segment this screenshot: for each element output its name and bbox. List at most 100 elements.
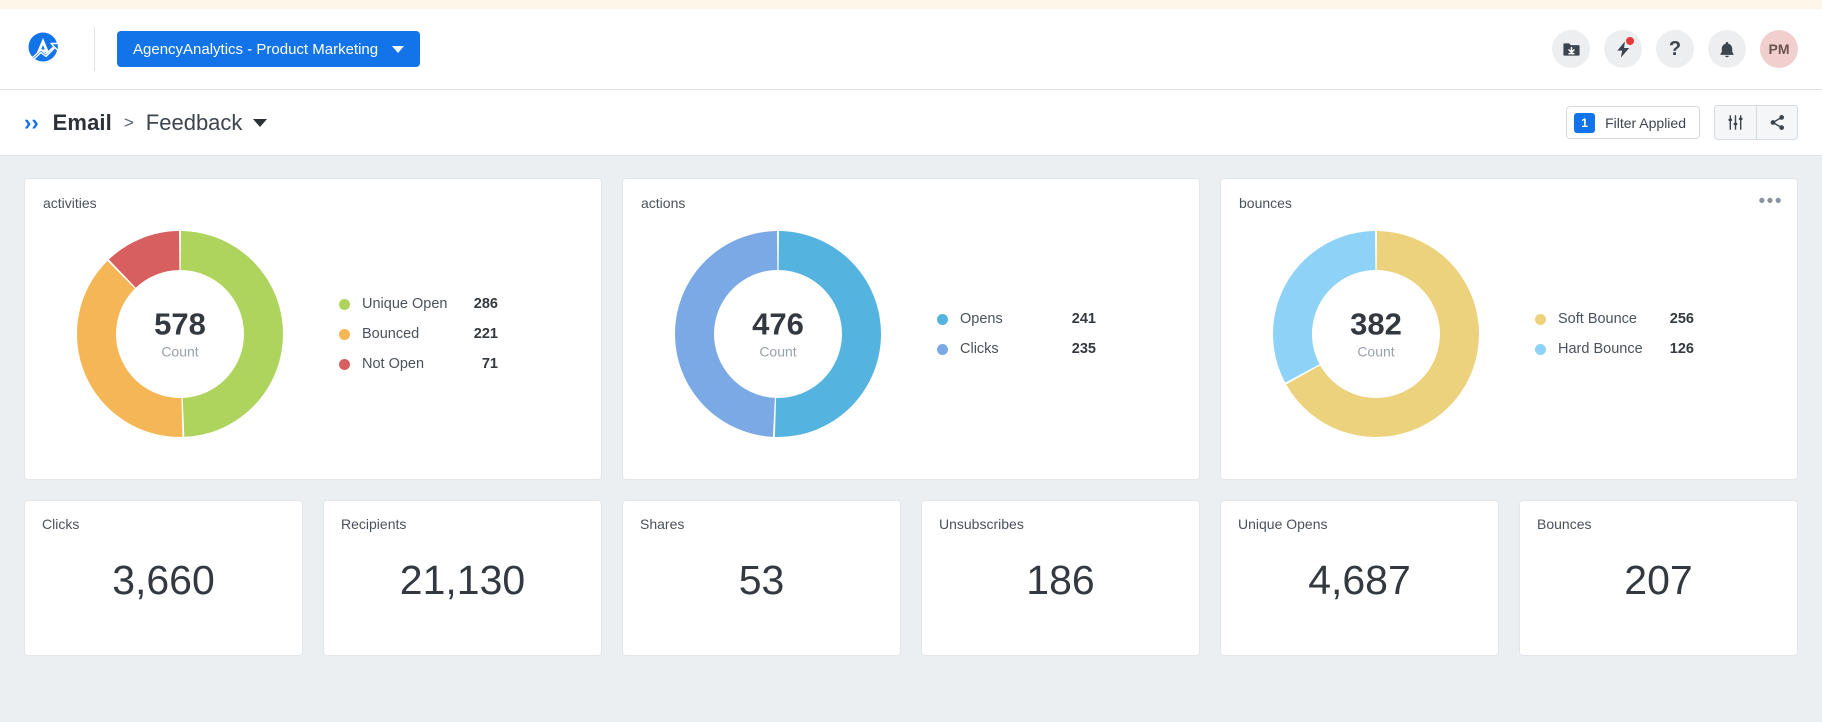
legend-item[interactable]: Not Open 71 (339, 356, 498, 372)
chart-card-bounces: bounces ••• 382 Count Soft Bounce256Hard… (1220, 178, 1798, 480)
help-question-icon: ? (1669, 39, 1681, 59)
folder-download-icon-button[interactable] (1552, 30, 1590, 68)
legend-color-dot (339, 329, 350, 340)
chart-legend: Unique Open 286 Bounced 221 Not Open 71 (339, 296, 498, 372)
kpi-label: Clicks (42, 516, 285, 532)
legend-item[interactable]: Bounced 221 (339, 326, 498, 342)
donut-slice[interactable] (181, 231, 283, 437)
legend-value: 221 (464, 326, 498, 342)
chart-body: 476 Count Opens241 Clicks 235 (641, 211, 1181, 457)
kpi-label: Unsubscribes (939, 516, 1182, 532)
header-icon-group: ? PM (1552, 30, 1798, 68)
avatar-initials: PM (1769, 41, 1790, 57)
kpi-value: 21,130 (341, 532, 584, 640)
kpi-label: Recipients (341, 516, 584, 532)
avatar[interactable]: PM (1760, 30, 1798, 68)
header-divider (94, 27, 95, 71)
kpi-card: Bounces207 (1519, 500, 1798, 656)
kpi-label: Shares (640, 516, 883, 532)
legend-label: Bounced (362, 326, 456, 342)
sliders-icon (1727, 114, 1744, 131)
card-overflow-menu-icon[interactable]: ••• (1759, 192, 1783, 211)
donut-svg (69, 223, 291, 445)
legend-item[interactable]: Soft Bounce 256 (1535, 311, 1694, 327)
legend-item[interactable]: Opens241 (937, 311, 1096, 327)
legend-item[interactable]: Unique Open 286 (339, 296, 498, 312)
breadcrumb-root[interactable]: Email (53, 110, 112, 136)
legend-label: Soft Bounce (1558, 311, 1652, 327)
sliders-icon-button[interactable] (1715, 106, 1756, 139)
lightning-bolt-icon-button[interactable] (1604, 30, 1642, 68)
chart-legend: Soft Bounce 256 Hard Bounce126 (1535, 311, 1694, 357)
legend-label: Clicks (960, 341, 1054, 357)
toolbar-icon-group (1714, 105, 1798, 140)
donut-chart[interactable]: 578 Count (55, 211, 305, 457)
legend-color-dot (937, 314, 948, 325)
legend-label: Hard Bounce (1558, 341, 1652, 357)
kpi-value: 4,687 (1238, 532, 1481, 640)
kpi-card: Recipients21,130 (323, 500, 602, 656)
donut-slice[interactable] (775, 231, 881, 437)
legend-value: 256 (1660, 311, 1694, 327)
help-question-icon-button[interactable]: ? (1656, 30, 1694, 68)
top-accent-strip (0, 0, 1822, 9)
agencyanalytics-logo-icon[interactable] (22, 26, 68, 72)
kpi-label: Bounces (1537, 516, 1780, 532)
folder-download-icon (1562, 40, 1581, 59)
filter-applied-button[interactable]: 1 Filter Applied (1566, 106, 1700, 139)
legend-value: 286 (464, 296, 498, 312)
account-selector-button[interactable]: AgencyAnalytics - Product Marketing (117, 31, 420, 67)
legend-color-dot (937, 344, 948, 355)
legend-value: 241 (1062, 311, 1096, 327)
donut-chart[interactable]: 476 Count (653, 211, 903, 457)
donut-svg (1265, 223, 1487, 445)
chart-legend: Opens241 Clicks 235 (937, 311, 1096, 357)
legend-value: 71 (464, 356, 498, 372)
breadcrumb-bar: ›› Email > Feedback 1 Filter Applied (0, 90, 1822, 156)
share-icon-button[interactable] (1756, 106, 1797, 139)
legend-color-dot (339, 299, 350, 310)
filter-count-badge: 1 (1574, 113, 1595, 133)
legend-color-dot (1535, 344, 1546, 355)
chart-card-activities: activities 578 Count Unique Open 286 Bounc… (24, 178, 602, 480)
kpi-card: Shares53 (622, 500, 901, 656)
legend-item[interactable]: Hard Bounce126 (1535, 341, 1694, 357)
donut-slice[interactable] (675, 231, 777, 437)
donut-svg (667, 223, 889, 445)
chart-title: activities (43, 195, 583, 211)
donut-chart-row: activities 578 Count Unique Open 286 Bounc… (24, 178, 1798, 480)
legend-item[interactable]: Clicks 235 (937, 341, 1096, 357)
share-icon (1769, 114, 1786, 131)
chevron-double-right-icon[interactable]: ›› (24, 112, 39, 134)
chart-body: 382 Count Soft Bounce 256 Hard Bounce126 (1239, 211, 1779, 457)
kpi-card: Unique Opens4,687 (1220, 500, 1499, 656)
chart-title: actions (641, 195, 1181, 211)
donut-slice[interactable] (1273, 231, 1375, 383)
notification-dot-badge (1626, 37, 1634, 45)
kpi-card: Unsubscribes186 (921, 500, 1200, 656)
donut-slice[interactable] (77, 261, 182, 437)
chart-body: 578 Count Unique Open 286 Bounced 221 Not Op… (43, 211, 583, 457)
kpi-value: 3,660 (42, 532, 285, 640)
donut-chart[interactable]: 382 Count (1251, 211, 1501, 457)
kpi-card-row: Clicks3,660Recipients21,130Shares53Unsub… (24, 500, 1798, 656)
kpi-value: 53 (640, 532, 883, 640)
legend-color-dot (339, 359, 350, 370)
kpi-card: Clicks3,660 (24, 500, 303, 656)
kpi-label: Unique Opens (1238, 516, 1481, 532)
legend-color-dot (1535, 314, 1546, 325)
legend-value: 235 (1062, 341, 1096, 357)
notification-bell-icon (1718, 40, 1736, 59)
legend-label: Not Open (362, 356, 456, 372)
kpi-value: 207 (1537, 532, 1780, 640)
chevron-down-icon[interactable] (253, 119, 267, 127)
app-header: AgencyAnalytics - Product Marketing ? (0, 9, 1822, 90)
kpi-value: 186 (939, 532, 1182, 640)
notification-bell-icon-button[interactable] (1708, 30, 1746, 68)
legend-label: Unique Open (362, 296, 456, 312)
filter-applied-label: Filter Applied (1605, 115, 1686, 131)
chart-card-actions: actions 476 Count Opens241 Clicks 235 (622, 178, 1200, 480)
page-title[interactable]: Feedback (146, 110, 243, 136)
account-selector-label: AgencyAnalytics - Product Marketing (133, 41, 378, 58)
breadcrumb-separator: > (124, 113, 134, 133)
